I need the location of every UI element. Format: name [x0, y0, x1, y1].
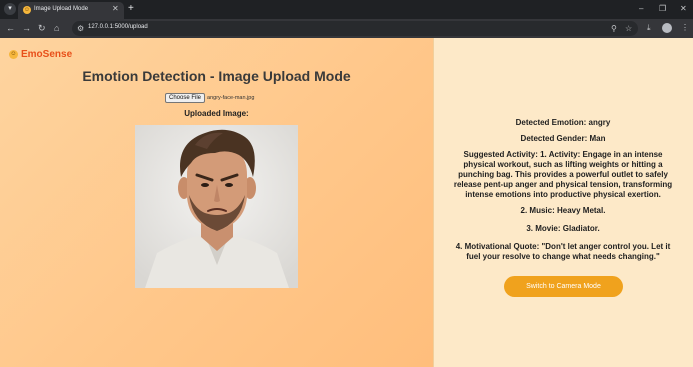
reload-icon[interactable]: ↻ [38, 22, 46, 34]
detected-gender: Detected Gender: Man [520, 134, 606, 143]
detected-emotion: Detected Emotion: angry [515, 118, 611, 127]
activity-line: punching bag. This provides a powerful o… [458, 170, 668, 179]
home-icon[interactable]: ⌂ [54, 22, 59, 34]
browser-toolbar: ← → ↻ ⌂ ⚙ 127.0.0.1:5000/upload ⚲ ☆ ⤓ ⋮ [0, 19, 693, 38]
page-title: Emotion Detection - Image Upload Mode [82, 68, 351, 84]
address-bar[interactable]: ⚙ 127.0.0.1:5000/upload ⚲ ☆ [72, 21, 638, 36]
uploaded-image-label: Uploaded Image: [184, 109, 249, 118]
back-icon[interactable]: ← [6, 22, 15, 34]
switch-to-camera-button[interactable]: Switch to Camera Mode [504, 276, 623, 297]
tab-bar: ▾ ☺ Image Upload Mode ✕ + – ❐ ✕ [0, 0, 693, 19]
window-close-icon[interactable]: ✕ [680, 3, 687, 15]
activity-line: intense emotions into productive physica… [465, 190, 661, 199]
profile-avatar[interactable] [662, 23, 672, 33]
smiley-icon: ☺ [9, 50, 18, 59]
activity-line: Suggested Activity: 1. Activity: Engage … [463, 150, 663, 159]
chosen-file-name: angry-face-man.jpg [207, 95, 255, 101]
menu-icon[interactable]: ⋮ [681, 22, 689, 34]
url-text[interactable]: 127.0.0.1:5000/upload [88, 24, 148, 30]
minimize-icon[interactable]: – [639, 3, 643, 15]
man-portrait-image [135, 125, 298, 288]
tab-list-icon[interactable]: ▾ [4, 3, 16, 15]
tab-title: Image Upload Mode [34, 6, 89, 12]
page: ☺ EmoSense Emotion Detection - Image Upl… [0, 38, 693, 367]
brand-logo[interactable]: ☺ EmoSense [9, 49, 72, 60]
quote-line: 4. Motivational Quote: "Don't let anger … [455, 242, 671, 251]
download-icon[interactable]: ⤓ [647, 22, 651, 34]
music-suggestion: 2. Music: Heavy Metal. [520, 206, 606, 215]
site-info-icon[interactable]: ⚙ [77, 23, 84, 34]
zoom-icon[interactable]: ⚲ [611, 23, 617, 34]
favicon-icon: ☺ [23, 6, 31, 14]
brand-name: EmoSense [21, 49, 73, 60]
file-input: Choose File angry-face-man.jpg [165, 93, 254, 103]
results-panel [433, 38, 693, 367]
upload-panel: ☺ EmoSense Emotion Detection - Image Upl… [0, 38, 433, 367]
bookmark-star-icon[interactable]: ☆ [625, 23, 632, 34]
new-tab-button[interactable]: + [128, 3, 134, 15]
choose-file-button[interactable]: Choose File [165, 93, 206, 103]
activity-line: physical workout, such as lifting weight… [463, 160, 663, 169]
close-icon[interactable]: ✕ [112, 4, 119, 14]
activity-line: release pent-up anger and physical tensi… [453, 180, 673, 189]
maximize-icon[interactable]: ❐ [659, 3, 666, 15]
quote-line: fuel your resolve to change what needs c… [466, 252, 660, 261]
forward-icon[interactable]: → [22, 22, 31, 34]
uploaded-image [135, 125, 298, 288]
movie-suggestion: 3. Movie: Gladiator. [526, 224, 600, 233]
tab-active[interactable]: ☺ Image Upload Mode ✕ [18, 2, 124, 19]
